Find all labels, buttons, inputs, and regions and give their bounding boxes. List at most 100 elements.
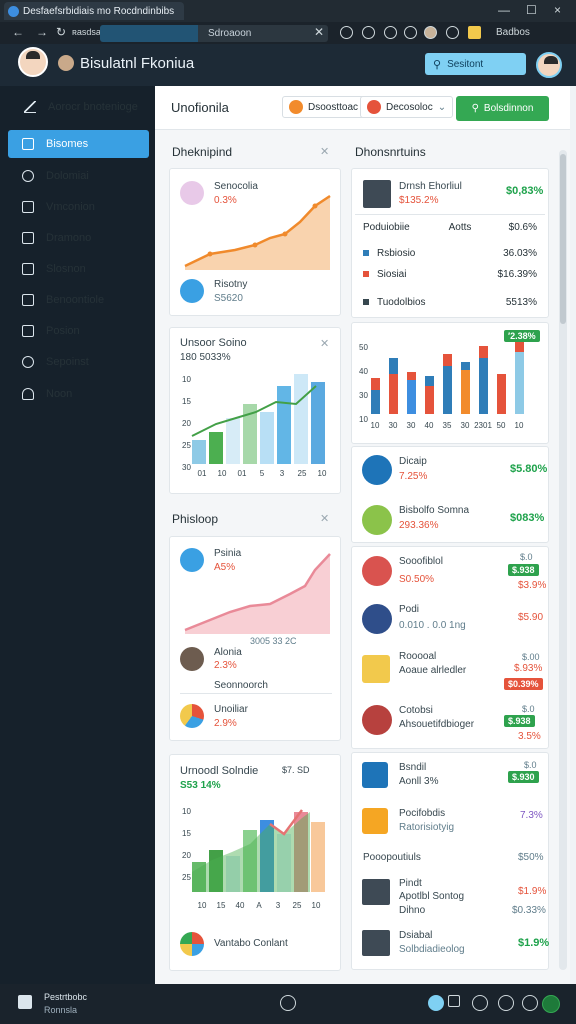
bar-chart-combo: 10 15 20 25 10 15 40 A 3 25 10 [182,807,325,910]
profile-label[interactable]: Badbos [496,27,530,38]
list-icon [362,808,388,834]
info-icon[interactable] [280,995,296,1011]
close-icon[interactable]: ✕ [320,145,329,158]
legend-swatch [363,271,369,277]
bar-chart-left: 10 15 20 25 30 01 10 01 5 3 25 10 [182,374,327,478]
chart-bar [443,366,452,414]
account-avatar[interactable] [536,52,562,78]
list-value2: $0.39% [504,678,543,690]
bookmark-icon[interactable] [446,26,459,39]
filter-dropdown-1[interactable]: Dsoosttoac [282,96,366,118]
shield-icon[interactable] [384,26,397,39]
scrollbar-thumb[interactable] [560,154,566,324]
chart-bar [461,370,470,414]
chart-bar [479,358,488,414]
close-icon[interactable]: ✕ [320,337,329,350]
action-label: Bolsdinnon [483,103,534,114]
close-window-button[interactable]: × [554,3,561,17]
chart-bar [371,378,380,390]
list-value2: $0.33% [512,905,546,916]
metric-value: $5.80% [510,463,548,475]
chart-bar [497,374,506,414]
profile-avatar-icon[interactable] [424,26,437,39]
table-row[interactable]: Siosiai $16.39% [355,262,545,286]
list-sub: Aonll 3% [399,776,439,787]
sort-icon [367,100,381,114]
sidebar-item-business[interactable]: Bisomes [8,130,149,158]
list-sub2: Dihno [399,905,426,916]
minimize-button[interactable]: — [498,3,510,17]
row-value: 36.03% [503,247,537,259]
metric-sub: 293.36% [399,520,439,531]
sidebar-item-sepoinst[interactable]: Sepoinst [8,348,149,376]
sidebar-item-home[interactable]: Aorocr bnotenioge [8,93,149,121]
list-name: Dsiabal [399,930,433,941]
x-tick-label: 35 [443,421,452,430]
chart-subtitle: 180 5033% [180,352,231,363]
table-header-col2: Aotts [448,221,472,233]
maximize-button[interactable]: ☐ [526,3,537,17]
clear-url-button[interactable]: ✕ [314,25,324,39]
sidebar-item-vmconion[interactable]: Vmconion [8,193,149,221]
list-value: $.93% [514,663,543,674]
filter-icon [289,100,303,114]
chart-bar [389,374,398,414]
list-name: Cotobsi [399,705,433,716]
table-row[interactable]: Tuodolbios 5513% [355,290,545,314]
sidebar-item-label: Dramono [46,232,92,244]
x-tick-label: 40 [236,901,245,910]
user-avatar[interactable] [18,47,48,77]
browser-tab[interactable]: Desfaefsrbidiais mo Rocdndinbibs [4,2,184,20]
app-icon[interactable] [18,995,32,1009]
extension-icon[interactable] [340,26,353,39]
wallet-icon[interactable] [468,26,481,39]
sidebar-item-slosnon[interactable]: Slosnon [8,255,149,283]
sidebar-item-noon[interactable]: Noon [8,380,149,408]
close-icon[interactable]: ✕ [320,512,329,525]
y-tick-label: 25 [182,441,191,450]
home-icon[interactable] [362,26,375,39]
address-input[interactable]: Sdroaoon [100,25,328,42]
list-icon [362,705,392,735]
header-search-button[interactable]: ⚲ Sesitont [425,53,526,75]
metric-name: Dicaip [399,456,427,467]
y-tick-label: 10 [182,807,191,816]
reload-button[interactable]: ↻ [56,25,66,39]
tab-title: Desfaefsrbidiais mo Rocdndinbibs [23,5,175,17]
clock-icon[interactable] [472,995,488,1011]
refresh-icon[interactable] [522,995,538,1011]
item-note: Seonnoorch [214,680,268,691]
y-tick-label: 20 [182,851,191,860]
y-tick-label: 50 [359,343,368,352]
mic-icon[interactable] [428,995,444,1011]
section-title-right: Dhonsnrtuins [355,145,426,159]
chart-bar [209,432,223,464]
list-value: $5.90 [518,612,544,623]
stop-icon[interactable] [448,995,460,1007]
content-scrollbar[interactable] [559,150,567,970]
sidebar-item-dramono[interactable]: Dramono [8,224,149,252]
settings-icon[interactable] [404,26,417,39]
sidebar-item-dolomiai[interactable]: Dolomiai [8,162,149,190]
sidebar-item-benoontiole[interactable]: Benoontiole [8,286,149,314]
bottom-label: Pestrtbobc [44,992,88,1002]
home-icon [24,101,36,113]
sidebar-item-label: Posion [46,325,80,337]
grid-icon [22,294,34,306]
forward-button[interactable]: → [36,25,48,39]
back-button[interactable]: ← [12,25,24,39]
filter-dropdown-2[interactable]: Decosoloc ⌄ [360,96,454,118]
table-header-col3: $0.6% [508,221,537,233]
item-value: 2.3% [214,660,237,671]
chart-bar [389,358,398,374]
address-toolbar: ← → ↻ ʀasdsa Sdroaoon ✕ Badbos [0,22,576,44]
item-value: 2.9% [214,718,237,729]
primary-action-button[interactable]: ⚲ Bolsdinnon [456,96,549,121]
chart-subtitle: S53 14% [180,780,221,791]
settings-icon[interactable] [498,995,514,1011]
sidebar-item-label: Slosnon [46,263,86,275]
metric-value: $083% [510,512,545,524]
sidebar-item-posion[interactable]: Posion [8,317,149,345]
y-tick-label: 25 [182,873,191,882]
call-icon[interactable] [542,995,560,1013]
